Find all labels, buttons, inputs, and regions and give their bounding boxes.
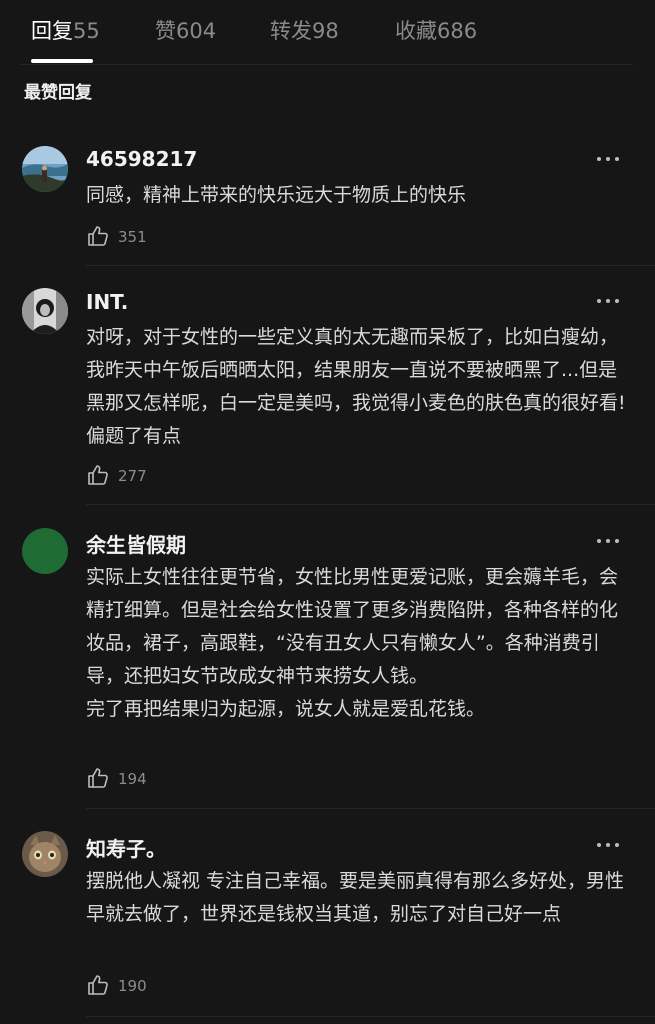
- like-count: 277: [118, 467, 147, 485]
- more-icon[interactable]: [597, 297, 621, 305]
- tab-reposts[interactable]: 转发98: [270, 17, 339, 47]
- tab-count: 98: [312, 19, 339, 43]
- more-icon[interactable]: [597, 841, 621, 849]
- more-icon[interactable]: [597, 537, 621, 545]
- user-avatar[interactable]: [22, 831, 68, 877]
- like-button[interactable]: 194: [86, 766, 166, 792]
- comment-text: 实际上女性往往更节省，女性比男性更爱记账，更会薅羊毛，会精打细算。但是社会给女性…: [86, 566, 619, 720]
- username[interactable]: 知寿子。: [86, 833, 166, 862]
- comment-divider: [86, 808, 655, 809]
- section-title: 最赞回复: [24, 83, 92, 103]
- tab-count: 604: [176, 19, 217, 43]
- username[interactable]: INT.: [86, 290, 128, 314]
- tab-count: 55: [73, 19, 100, 43]
- comment-text: 摆脱他人凝视 专注自己幸福。要是美丽真得有那么多好处，男性早就去做了，世界还是钱…: [86, 870, 625, 925]
- tab-label: 转发: [270, 19, 312, 43]
- like-count: 351: [118, 228, 147, 246]
- user-avatar[interactable]: [22, 146, 68, 192]
- header-divider: [20, 64, 633, 65]
- tab-label: 收藏: [395, 19, 437, 43]
- like-button[interactable]: 190: [86, 973, 166, 999]
- comment-text: 同感，精神上带来的快乐远大于物质上的快乐: [86, 184, 467, 206]
- comment-divider: [86, 1016, 655, 1017]
- comment-divider: [86, 504, 655, 505]
- like-count: 190: [118, 977, 147, 995]
- username[interactable]: 46598217: [86, 147, 197, 171]
- more-icon[interactable]: [597, 155, 621, 163]
- thumbs-up-icon: [88, 975, 108, 995]
- comment-divider: [86, 265, 655, 266]
- tab-count: 686: [437, 19, 478, 43]
- like-button[interactable]: 277: [86, 463, 166, 489]
- thumbs-up-icon: [88, 226, 108, 246]
- user-avatar[interactable]: [22, 528, 68, 574]
- comment-text: 对呀，对于女性的一些定义真的太无趣而呆板了，比如白瘦幼，我昨天中午饭后晒晒太阳，…: [86, 326, 626, 447]
- user-avatar[interactable]: [22, 288, 68, 334]
- thumbs-up-icon: [88, 768, 108, 788]
- tab-label: 回复: [31, 19, 73, 43]
- thumbs-up-icon: [88, 465, 108, 485]
- active-tab-indicator: [31, 59, 93, 63]
- tab-replies[interactable]: 回复55: [31, 17, 100, 47]
- like-count: 194: [118, 770, 147, 788]
- tab-likes[interactable]: 赞604: [155, 17, 216, 47]
- tab-favorites[interactable]: 收藏686: [395, 17, 477, 47]
- tab-label: 赞: [155, 19, 176, 43]
- like-button[interactable]: 351: [86, 224, 166, 250]
- username[interactable]: 余生皆假期: [86, 529, 186, 558]
- tab-bar: 回复55 赞604 转发98 收藏686: [0, 0, 655, 64]
